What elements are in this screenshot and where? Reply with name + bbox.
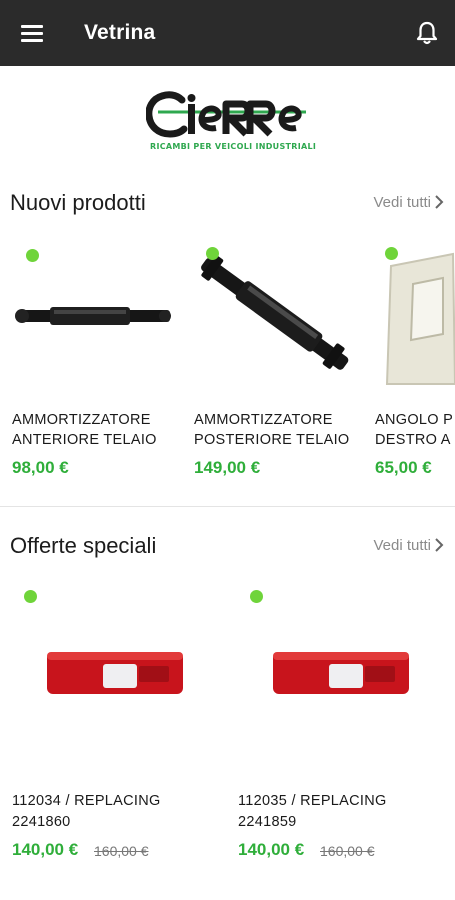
product-image [192, 244, 357, 394]
chevron-right-icon[interactable] [433, 536, 445, 554]
hamburger-menu-icon [21, 25, 43, 42]
product-card[interactable]: AMMORTIZZATORE POSTERIORE TELAIO 149,00 … [192, 244, 362, 494]
product-name: 112035 / REPLACING 2241859 [238, 793, 387, 830]
new-badge-dot [385, 247, 398, 260]
notification-bell-icon [416, 21, 438, 45]
menu-button[interactable] [0, 0, 64, 66]
page-title: Vetrina [84, 21, 156, 44]
tail-light-image [273, 652, 409, 694]
product-image [10, 244, 175, 394]
product-price: 98,00 € [12, 458, 69, 477]
offer-badge-dot [250, 590, 263, 603]
product-price: 65,00 € [375, 458, 432, 477]
offer-card[interactable]: 112034 / REPLACING 2241860 140,00 € 160,… [10, 578, 210, 878]
special-offers-header: Offerte speciali Vedi tutti [0, 527, 455, 567]
offer-price: 140,00 € [238, 840, 305, 859]
product-card[interactable]: ANGOLO P DESTRO A 65,00 € [373, 244, 455, 494]
new-products-list: AMMORTIZZATORE ANTERIORE TELAIO 98,00 € … [0, 244, 455, 494]
product-image [10, 578, 210, 778]
brand-logo: RICAMBI PER VEICOLI INDUSTRIALI [0, 86, 455, 166]
special-offers-see-all[interactable]: Vedi tutti [373, 537, 431, 554]
product-name: ANGOLO P DESTRO A [375, 412, 454, 448]
offer-badge-dot [24, 590, 37, 603]
original-price: 160,00 € [320, 843, 375, 859]
new-badge-dot [26, 249, 39, 262]
new-badge-dot [206, 247, 219, 260]
special-offers-title: Offerte speciali [10, 533, 157, 558]
original-price: 160,00 € [94, 843, 149, 859]
product-name: AMMORTIZZATORE ANTERIORE TELAIO [12, 412, 157, 448]
tail-light-image [47, 652, 183, 694]
product-image [373, 244, 455, 394]
section-divider [0, 506, 455, 507]
offer-card[interactable]: 112035 / REPLACING 2241859 140,00 € 160,… [236, 578, 436, 878]
new-products-title: Nuovi prodotti [10, 190, 146, 215]
shock-absorber-image [201, 255, 349, 370]
new-products-header: Nuovi prodotti Vedi tutti [0, 184, 455, 224]
offer-price: 140,00 € [12, 840, 79, 859]
shock-absorber-image [15, 307, 171, 325]
product-image [236, 578, 436, 778]
logo-tagline: RICAMBI PER VEICOLI INDUSTRIALI [150, 142, 317, 151]
product-name: 112034 / REPLACING 2241860 [12, 793, 161, 830]
product-name: AMMORTIZZATORE POSTERIORE TELAIO [194, 412, 350, 448]
chevron-right-icon[interactable] [433, 193, 445, 211]
cab-corner-panel-image [385, 252, 455, 385]
cierre-logo-icon [146, 91, 306, 138]
new-products-see-all[interactable]: Vedi tutti [373, 194, 431, 211]
app-bar: Vetrina [0, 0, 455, 66]
product-card[interactable]: AMMORTIZZATORE ANTERIORE TELAIO 98,00 € [10, 244, 180, 494]
product-price: 149,00 € [194, 458, 261, 477]
notifications-button[interactable] [413, 19, 441, 47]
